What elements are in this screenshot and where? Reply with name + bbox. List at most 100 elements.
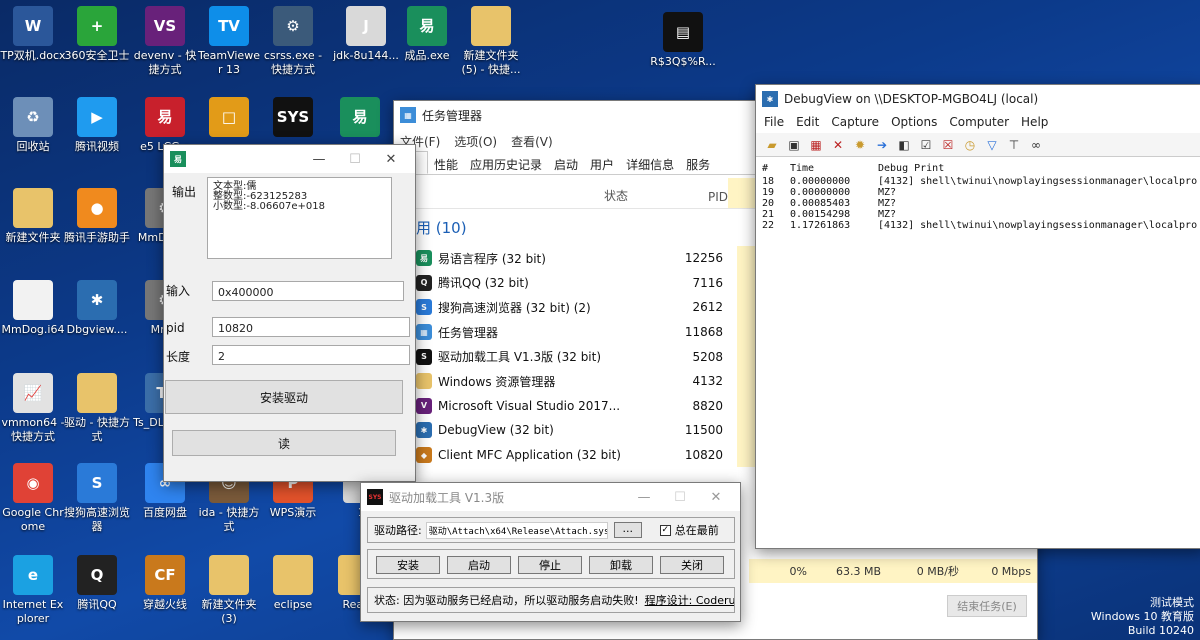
input-label: 输入 bbox=[166, 284, 191, 298]
menu-options[interactable]: Options bbox=[891, 115, 937, 131]
pid-input[interactable]: 10820 bbox=[212, 317, 410, 337]
address-input[interactable]: 0x400000 bbox=[212, 281, 404, 301]
column-debug-print: Debug Print bbox=[878, 163, 945, 174]
pin-icon[interactable]: ⊤ bbox=[1006, 137, 1022, 153]
topmost-checkbox[interactable]: ✓ bbox=[659, 524, 671, 536]
desktop-icon[interactable]: 新建文件夹 bbox=[0, 188, 66, 245]
install-button[interactable]: 安装 bbox=[376, 556, 440, 574]
desktop-icon[interactable]: 驱动 - 快捷方式 bbox=[64, 373, 130, 444]
desktop-icon[interactable]: ▤ R$3Q$%R... bbox=[650, 12, 716, 69]
save-icon[interactable]: ▣ bbox=[786, 137, 802, 153]
desktop-icon[interactable]: SYS bbox=[260, 97, 326, 140]
install-driver-button[interactable]: 安装驱动 bbox=[165, 380, 403, 414]
desktop-icon[interactable]: ♻ 回收站 bbox=[0, 97, 66, 154]
stop-button[interactable]: 停止 bbox=[518, 556, 582, 574]
menu-options[interactable]: 选项(O) bbox=[454, 133, 497, 149]
desktop-icon[interactable]: 📈 vmmon64 - 快捷方式 bbox=[0, 373, 66, 444]
desktop-icon[interactable]: S 搜狗高速浏览器 bbox=[64, 463, 130, 534]
driver-loader-titlebar[interactable]: SYS 驱动加载工具 V1.3版 — ☐ ✕ bbox=[361, 483, 740, 511]
menu-computer[interactable]: Computer bbox=[949, 115, 1009, 131]
credit-link[interactable]: 程序设计: Coderui bbox=[645, 592, 734, 608]
menu-file[interactable]: File bbox=[764, 115, 784, 131]
capture-icon[interactable]: ✕ bbox=[830, 137, 846, 153]
close-button[interactable]: ✕ bbox=[373, 152, 409, 167]
close-driver-button[interactable]: 关闭 bbox=[660, 556, 724, 574]
desktop-icon[interactable]: ▶ 腾讯视频 bbox=[64, 97, 130, 154]
desktop-icon[interactable]: 易 bbox=[327, 97, 393, 140]
settings-icon[interactable]: ✹ bbox=[852, 137, 868, 153]
browse-button[interactable]: ... bbox=[613, 522, 642, 538]
maximize-button[interactable]: ☐ bbox=[337, 152, 373, 167]
end-task-button[interactable]: 结束任务(E) bbox=[947, 595, 1027, 617]
desktop-icon[interactable]: □ bbox=[196, 97, 262, 140]
desktop-icon[interactable]: ✱ Dbgview.... bbox=[64, 280, 130, 337]
uninstall-button[interactable]: 卸载 bbox=[589, 556, 653, 574]
highlight-icon[interactable]: ☒ bbox=[940, 137, 956, 153]
driver-path-input[interactable]: 驱动\Attach\x64\Release\Attach.sys bbox=[425, 521, 608, 539]
find-icon[interactable]: ▽ bbox=[984, 137, 1000, 153]
desktop-icon[interactable]: TV TeamViewer 13 bbox=[196, 6, 262, 77]
close-button[interactable]: ✕ bbox=[698, 490, 734, 505]
debug-log-header: # Time Debug Print bbox=[756, 157, 1200, 176]
process-name: 驱动加载工具 V1.3版 (32 bit) bbox=[438, 350, 602, 365]
desktop-icon[interactable]: 新建文件夹 (5) - 快捷... bbox=[458, 6, 524, 77]
tab-performance[interactable]: 性能 bbox=[428, 151, 464, 174]
desktop-icon[interactable]: ⚙ csrss.exe - 快捷方式 bbox=[260, 6, 326, 77]
desktop-icon[interactable]: ● 腾讯手游助手 bbox=[64, 188, 130, 245]
desktop-icon[interactable]: CF 穿越火线 bbox=[132, 555, 198, 612]
binoculars-icon[interactable]: ∞ bbox=[1028, 137, 1044, 153]
clock-icon[interactable]: ◷ bbox=[962, 137, 978, 153]
tab-details[interactable]: 详细信息 bbox=[620, 151, 680, 174]
column-pid[interactable]: PID bbox=[688, 190, 728, 204]
process-pid: 11868 bbox=[684, 325, 723, 340]
filter-icon[interactable]: ☑ bbox=[918, 137, 934, 153]
desktop-icon[interactable]: 新建文件夹 (3) bbox=[196, 555, 262, 626]
open-icon[interactable]: ▰ bbox=[764, 137, 780, 153]
debug-log-row[interactable]: 19 0.00000000 MZ? bbox=[756, 187, 1200, 198]
minimize-button[interactable]: — bbox=[301, 152, 337, 167]
driver-status-bar: 状态: 因为驱动服务已经启动，所以驱动服务启动失败! 程序设计: Coderui bbox=[367, 587, 735, 613]
desktop-icon[interactable]: VS devenv - 快捷方式 bbox=[132, 6, 198, 77]
menu-edit[interactable]: Edit bbox=[796, 115, 819, 131]
arrow-right-icon[interactable]: ➔ bbox=[874, 137, 890, 153]
desktop-icon[interactable]: MmDog.i64 bbox=[0, 280, 66, 337]
debugview-titlebar[interactable]: ✱ DebugView on \\DESKTOP-MGBO4LJ (local) bbox=[756, 85, 1200, 113]
read-button[interactable]: 读 bbox=[172, 430, 396, 456]
debug-log[interactable]: 18 0.00000000 [4132] shell\twinui\nowplayi… bbox=[756, 176, 1200, 231]
debug-log-row[interactable]: 21 0.00154298 MZ? bbox=[756, 209, 1200, 220]
debugview-window: ✱ DebugView on \\DESKTOP-MGBO4LJ (local)… bbox=[755, 84, 1200, 549]
kernel-icon[interactable]: ◧ bbox=[896, 137, 912, 153]
output-line: 小数型:-8.06607e+018 bbox=[213, 201, 325, 212]
desktop-icon[interactable]: ◉ Google Chrome bbox=[0, 463, 66, 534]
tab-app-history[interactable]: 应用历史记录 bbox=[464, 151, 548, 174]
minimize-button[interactable]: — bbox=[626, 490, 662, 505]
desktop-icon-label: ida - 快捷方式 bbox=[198, 506, 260, 533]
desktop-icon[interactable]: 易成品.exe bbox=[394, 6, 460, 63]
desktop-icon[interactable]: eclipse bbox=[260, 555, 326, 612]
desktop-icon[interactable]: e Internet Explorer bbox=[0, 555, 66, 626]
menu-view[interactable]: 查看(V) bbox=[511, 133, 553, 149]
menu-help[interactable]: Help bbox=[1021, 115, 1048, 131]
watermark-line: Windows 10 教育版 bbox=[1090, 610, 1194, 623]
tab-services[interactable]: 服务 bbox=[680, 151, 716, 174]
debug-log-row[interactable]: 22 1.17261863 [4132] shell\twinui\nowplayi… bbox=[756, 220, 1200, 231]
debug-log-row[interactable]: 20 0.00085403 MZ? bbox=[756, 198, 1200, 209]
column-status[interactable]: 状态 bbox=[604, 187, 688, 204]
tab-startup[interactable]: 启动 bbox=[548, 151, 584, 174]
output-textarea[interactable]: 文本型:儒 整数型:-623125283 小数型:-8.06607e+018 bbox=[207, 177, 392, 259]
menu-capture[interactable]: Capture bbox=[831, 115, 879, 131]
start-button[interactable]: 启动 bbox=[447, 556, 511, 574]
mfc-icon: ◆ bbox=[416, 447, 432, 464]
desktop-icon[interactable]: Jjdk-8u144... bbox=[333, 6, 399, 63]
desktop-icon[interactable]: Q 腾讯QQ bbox=[64, 555, 130, 612]
disk-usage: 0 MB/秒 bbox=[916, 565, 959, 578]
debug-log-row[interactable]: 18 0.00000000 [4132] shell\twinui\nowplayi… bbox=[756, 176, 1200, 187]
memory-tool-titlebar[interactable]: 易 — ☐ ✕ bbox=[164, 145, 415, 173]
length-input[interactable]: 2 bbox=[212, 345, 410, 365]
tab-users[interactable]: 用户 bbox=[584, 151, 620, 174]
maximize-button[interactable]: ☐ bbox=[662, 490, 698, 505]
desktop-icon[interactable]: +360安全卫士 bbox=[64, 6, 130, 63]
desktop-icon[interactable]: W TP双机.docx bbox=[0, 6, 66, 63]
clear-icon[interactable]: ▦ bbox=[808, 137, 824, 153]
desktop-icon-label: TeamViewer 13 bbox=[198, 49, 260, 76]
